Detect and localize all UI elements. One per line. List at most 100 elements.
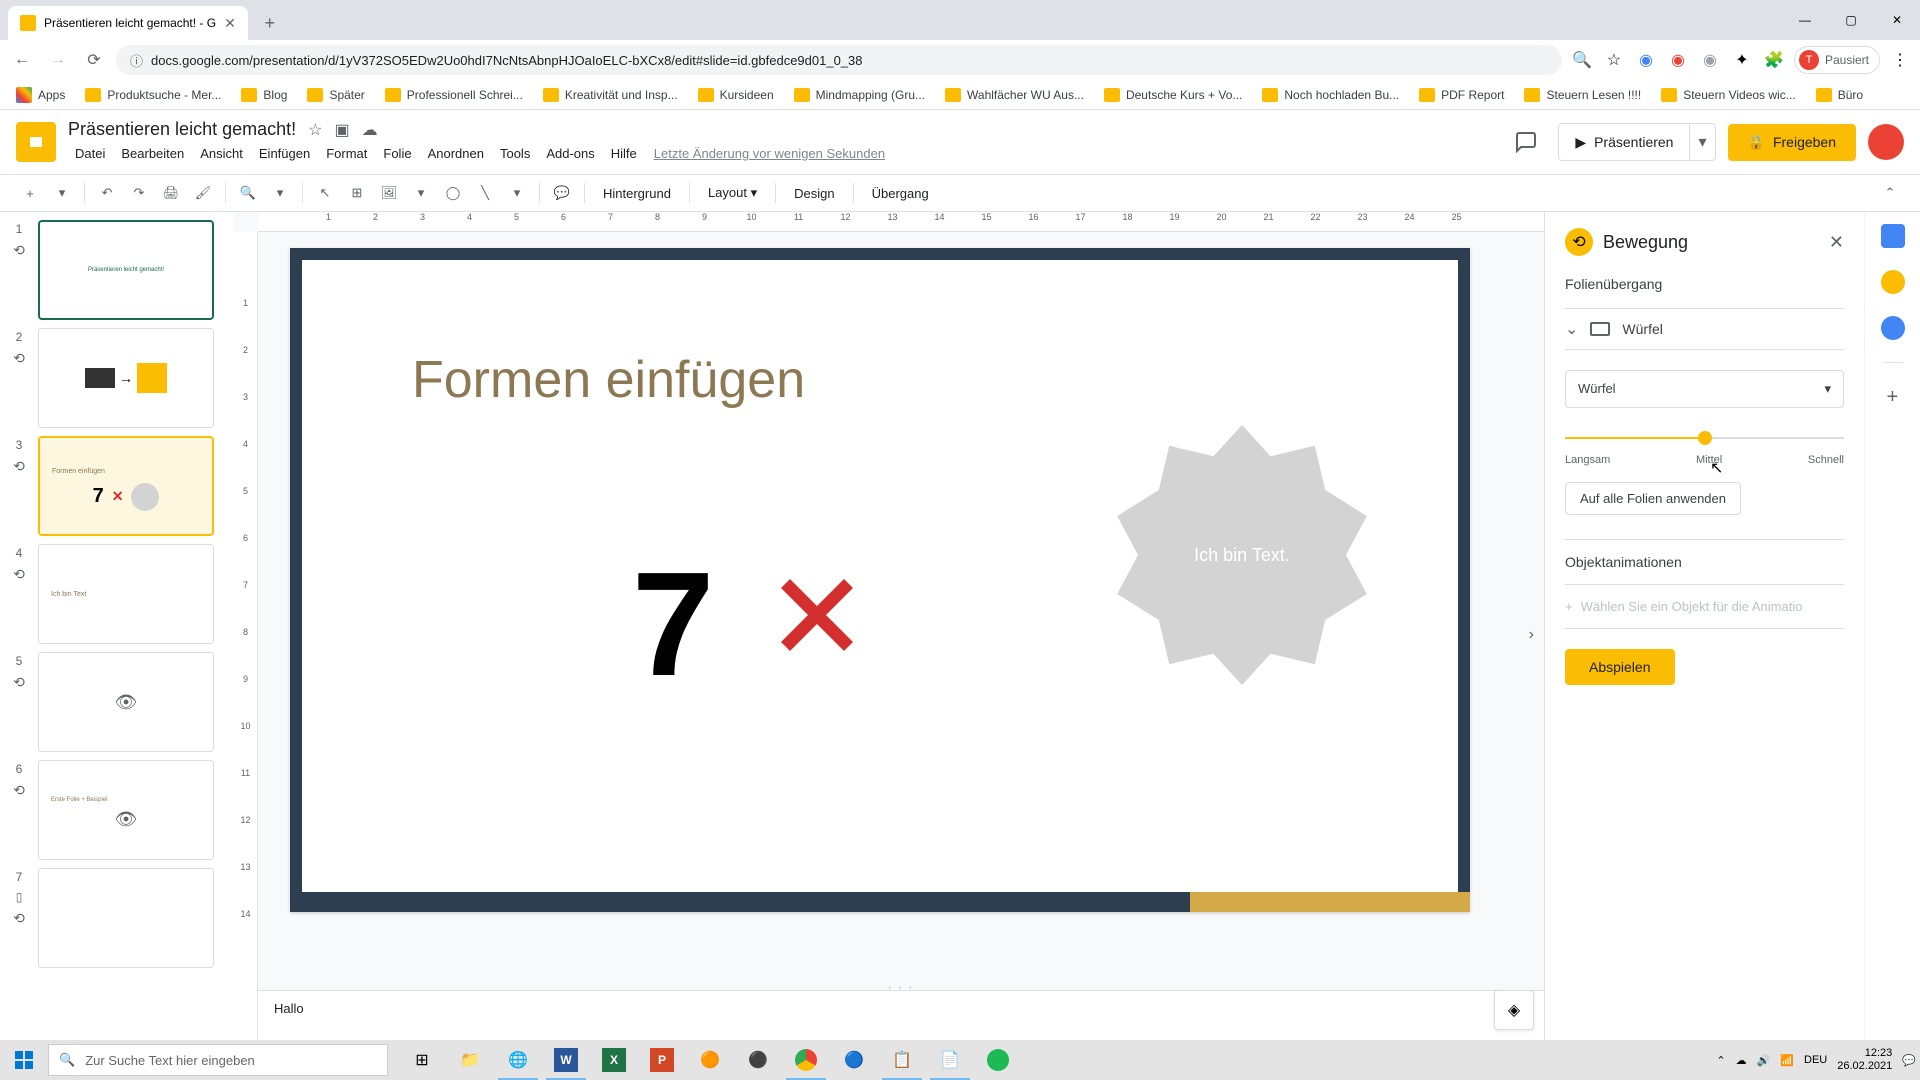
extension-icon-1[interactable]: ◉ (1634, 48, 1658, 72)
close-panel-button[interactable]: ✕ (1829, 232, 1844, 253)
image-tool[interactable]: 🖼 (375, 179, 403, 207)
url-bar[interactable]: ⓘ docs.google.com/presentation/d/1yV372S… (116, 45, 1562, 75)
bookmark-item[interactable]: Später (299, 84, 372, 106)
new-slide-button[interactable]: + (16, 179, 44, 207)
taskbar-app-2[interactable]: ⚫ (734, 1040, 782, 1080)
bookmark-item[interactable]: Blog (233, 84, 295, 106)
slide-thumbnail-3[interactable]: Formen einfügen 7✕ (38, 436, 214, 536)
transition-row[interactable]: ⌄ Würfel (1565, 308, 1844, 350)
transition-select[interactable]: Würfel ▾ (1565, 370, 1844, 408)
bookmark-item[interactable]: Wahlfächer WU Aus... (937, 84, 1092, 106)
site-info-icon[interactable]: ⓘ (130, 51, 143, 70)
bookmark-item[interactable]: Büro (1808, 84, 1871, 106)
redo-button[interactable]: ↷ (125, 179, 153, 207)
background-button[interactable]: Hintergrund (593, 186, 681, 201)
slide-number-shape[interactable]: 7 (632, 540, 714, 710)
new-slide-dropdown[interactable]: ▾ (48, 179, 76, 207)
menu-help[interactable]: Hilfe (604, 142, 644, 165)
image-dropdown[interactable]: ▾ (407, 179, 435, 207)
bookmark-item[interactable]: Noch hochladen Bu... (1254, 84, 1407, 106)
bookmark-item[interactable]: Kursideen (690, 84, 782, 106)
play-button[interactable]: Abspielen (1565, 649, 1675, 685)
minimize-button[interactable]: — (1782, 5, 1828, 35)
menu-format[interactable]: Format (319, 142, 374, 165)
cloud-status-icon[interactable]: ☁ (362, 120, 378, 140)
bookmark-item[interactable]: Produktsuche - Mer... (77, 84, 229, 106)
tray-cloud-icon[interactable]: ☁ (1736, 1054, 1747, 1067)
bookmark-item[interactable]: Mindmapping (Gru... (786, 84, 933, 106)
back-button[interactable]: ← (8, 46, 36, 74)
star-doc-icon[interactable]: ☆ (308, 120, 322, 140)
tray-volume-icon[interactable]: 🔊 (1757, 1054, 1771, 1067)
tray-wifi-icon[interactable]: 📶 (1780, 1054, 1794, 1067)
profile-badge[interactable]: T Pausiert (1794, 46, 1880, 74)
start-button[interactable] (0, 1040, 48, 1080)
doc-title[interactable]: Präsentieren leicht gemacht! (68, 119, 296, 140)
menu-slide[interactable]: Folie (376, 142, 418, 165)
notes-resize-handle[interactable]: • • • (888, 983, 914, 994)
shape-tool[interactable]: ◯ (439, 179, 467, 207)
share-button[interactable]: 🔒Freigeben (1728, 124, 1856, 161)
menu-tools[interactable]: Tools (493, 142, 537, 165)
present-dropdown[interactable]: ▾ (1690, 123, 1715, 161)
line-dropdown[interactable]: ▾ (503, 179, 531, 207)
comments-button[interactable] (1506, 122, 1546, 162)
extension-icon-4[interactable]: ✦ (1730, 48, 1754, 72)
taskbar-excel[interactable]: X (590, 1040, 638, 1080)
taskbar-chrome[interactable] (782, 1040, 830, 1080)
textbox-tool[interactable]: ⊞ (343, 179, 371, 207)
slide-thumbnail-7[interactable] (38, 868, 214, 968)
bookmark-item[interactable]: Deutsche Kurs + Vo... (1096, 84, 1250, 106)
slide-x-shape[interactable] (772, 570, 862, 660)
slide-canvas[interactable]: Formen einfügen 7 Ich bin Text. (290, 248, 1470, 912)
transition-button[interactable]: Übergang (862, 186, 939, 201)
zoom-dropdown[interactable]: ▾ (266, 179, 294, 207)
present-button[interactable]: ▶Präsentieren (1558, 123, 1690, 161)
taskbar-app-1[interactable]: 🟠 (686, 1040, 734, 1080)
new-tab-button[interactable]: + (256, 9, 284, 37)
speaker-notes[interactable]: • • • Hallo (258, 990, 1544, 1040)
menu-view[interactable]: Ansicht (193, 142, 250, 165)
zoom-icon[interactable]: 🔍 (1570, 48, 1594, 72)
maximize-button[interactable]: ▢ (1828, 5, 1874, 35)
slide-star-shape[interactable]: Ich bin Text. (1112, 425, 1372, 685)
forward-button[interactable]: → (44, 46, 72, 74)
user-avatar[interactable] (1868, 124, 1904, 160)
star-icon[interactable]: ☆ (1602, 48, 1626, 72)
line-tool[interactable]: ╲ (471, 179, 499, 207)
menu-edit[interactable]: Bearbeiten (114, 142, 191, 165)
browser-tab[interactable]: Präsentieren leicht gemacht! - G ✕ (8, 6, 248, 40)
slide-thumbnail-2[interactable]: → (38, 328, 214, 428)
apps-bookmark[interactable]: Apps (8, 83, 73, 107)
slide-thumbnail-4[interactable]: Ich bin Text (38, 544, 214, 644)
slide-thumbnail-5[interactable]: 👁 (38, 652, 214, 752)
speed-slider[interactable] (1565, 428, 1844, 448)
bookmark-item[interactable]: Kreativität und Insp... (535, 84, 686, 106)
last-edit-label[interactable]: Letzte Änderung vor wenigen Sekunden (646, 142, 893, 165)
close-window-button[interactable]: ✕ (1874, 5, 1920, 35)
keep-addon-icon[interactable] (1881, 270, 1905, 294)
tray-language[interactable]: DEU (1804, 1054, 1827, 1066)
menu-addons[interactable]: Add-ons (539, 142, 601, 165)
tab-close-icon[interactable]: ✕ (224, 15, 236, 32)
taskbar-explorer[interactable]: 📁 (446, 1040, 494, 1080)
slider-thumb[interactable] (1698, 431, 1712, 445)
extension-icon-3[interactable]: ◉ (1698, 48, 1722, 72)
menu-arrange[interactable]: Anordnen (421, 142, 491, 165)
slide-thumbnail-6[interactable]: Erste Folie + Beispiel👁 (38, 760, 214, 860)
tray-clock[interactable]: 12:23 26.02.2021 (1837, 1047, 1892, 1073)
slide-thumbnail-1[interactable]: Präsentieren leicht gemacht! (38, 220, 214, 320)
calendar-addon-icon[interactable] (1881, 224, 1905, 248)
next-slide-arrow[interactable]: › (1529, 626, 1534, 644)
apply-all-button[interactable]: Auf alle Folien anwenden (1565, 482, 1741, 515)
print-button[interactable]: 🖨 (157, 179, 185, 207)
add-addon-button[interactable]: + (1881, 385, 1905, 409)
tray-notifications[interactable]: 💬 (1902, 1054, 1916, 1067)
taskbar-app-3[interactable]: 📋 (878, 1040, 926, 1080)
move-doc-icon[interactable]: ▣ (334, 120, 349, 140)
slides-logo[interactable] (16, 122, 56, 162)
zoom-button[interactable]: 🔍 (234, 179, 262, 207)
menu-file[interactable]: Datei (68, 142, 112, 165)
bookmark-item[interactable]: Steuern Lesen !!!! (1516, 84, 1649, 106)
undo-button[interactable]: ↶ (93, 179, 121, 207)
